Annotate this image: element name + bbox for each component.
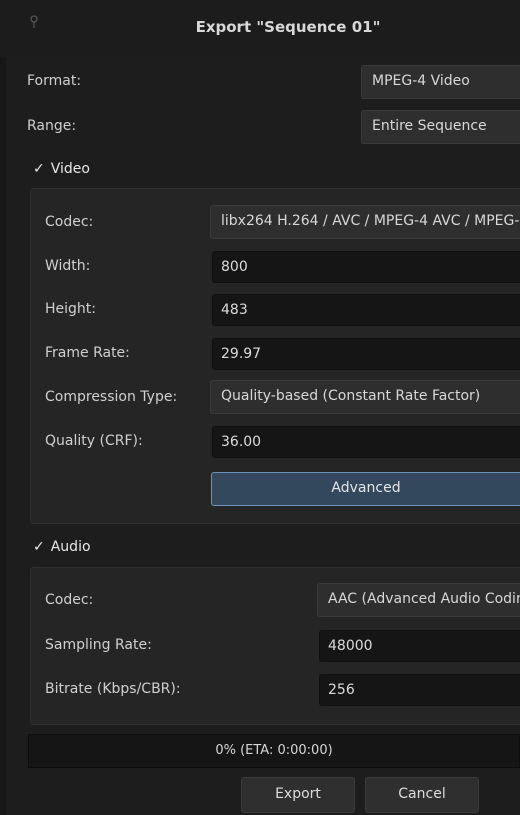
checkmark-icon: ✓	[33, 161, 45, 177]
audio-codec-select[interactable]: AAC (Advanced Audio Coding)	[317, 583, 520, 617]
width-label: Width:	[45, 258, 91, 274]
quality-crf-input[interactable]: 36.00	[212, 426, 520, 458]
bitrate-label: Bitrate (Kbps/CBR):	[45, 681, 181, 697]
frame-rate-input[interactable]: 29.97	[212, 338, 520, 370]
sampling-rate-input[interactable]: 48000	[319, 630, 520, 662]
format-label: Format:	[27, 73, 82, 89]
range-label: Range:	[27, 118, 77, 134]
advanced-button[interactable]: Advanced	[211, 472, 520, 506]
video-codec-label: Codec:	[45, 214, 94, 230]
audio-codec-label: Codec:	[45, 592, 94, 608]
export-progress-bar: 0% (ETA: 0:00:00)	[28, 734, 520, 768]
video-codec-select[interactable]: libx264 H.264 / AVC / MPEG-4 AVC / MPEG-…	[210, 205, 520, 239]
width-input[interactable]: 800	[212, 251, 520, 283]
frame-rate-label: Frame Rate:	[45, 345, 130, 361]
cancel-button[interactable]: Cancel	[365, 777, 479, 813]
window-left-edge	[0, 0, 6, 815]
video-checkbox[interactable]: ✓ Video	[33, 161, 90, 177]
compression-type-select[interactable]: Quality-based (Constant Rate Factor)	[210, 380, 520, 414]
audio-checkbox-label: Audio	[50, 539, 91, 555]
sampling-rate-label: Sampling Rate:	[45, 637, 152, 653]
bitrate-input[interactable]: 256	[319, 674, 520, 706]
video-checkbox-label: Video	[50, 161, 90, 177]
window-title: Export "Sequence 01"	[195, 18, 381, 36]
quality-crf-label: Quality (CRF):	[45, 433, 143, 449]
height-input[interactable]: 483	[212, 294, 520, 326]
checkmark-icon: ✓	[33, 539, 45, 555]
audio-checkbox[interactable]: ✓ Audio	[33, 539, 91, 555]
compression-type-label: Compression Type:	[45, 389, 178, 405]
height-label: Height:	[45, 301, 96, 317]
range-select[interactable]: Entire Sequence	[361, 110, 520, 144]
export-button[interactable]: Export	[241, 777, 355, 813]
format-select[interactable]: MPEG-4 Video	[361, 65, 520, 99]
